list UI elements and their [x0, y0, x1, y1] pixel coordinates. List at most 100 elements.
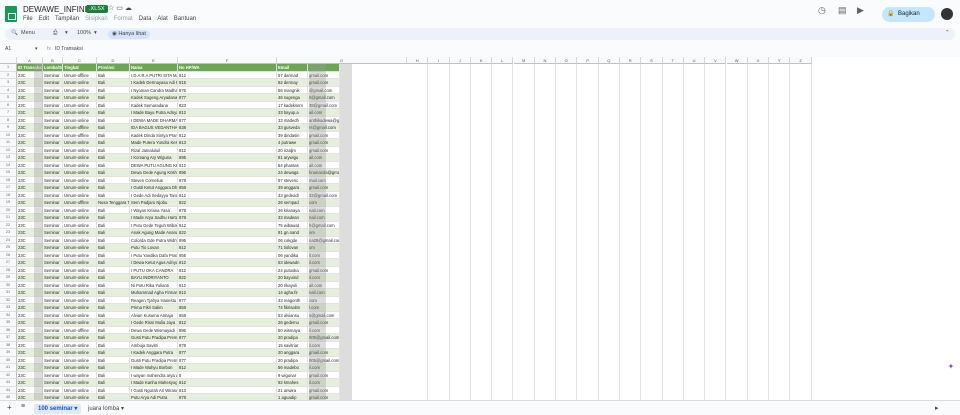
column-header-n[interactable]: N	[534, 57, 557, 64]
cell[interactable]: 33 bayup.a	[277, 109, 308, 117]
cell[interactable]: 896	[178, 169, 277, 177]
cell[interactable]: Seminar	[43, 154, 63, 162]
cell[interactable]: IDA BAGUS VEDANTHA ADISAPUTRA	[130, 124, 178, 132]
meet-icon[interactable]: ▶	[857, 5, 864, 16]
cell[interactable]: 33 madedh	[277, 116, 308, 124]
cell[interactable]: 813	[178, 139, 277, 147]
cell[interactable]: 81 arywigu	[277, 154, 308, 162]
cell[interactable]: Seminar	[43, 124, 63, 132]
row-header[interactable]: 1	[0, 64, 17, 72]
cell[interactable]: Seminar	[43, 71, 63, 79]
star-icon[interactable]: ☆	[108, 5, 114, 12]
row-header[interactable]: 44	[0, 386, 17, 394]
cell[interactable]: 33 reagenth	[277, 296, 308, 304]
cell[interactable]: Bali	[97, 259, 130, 267]
cell[interactable]: Bali	[97, 304, 130, 312]
cell[interactable]: Umum-online	[63, 191, 97, 199]
cell[interactable]: Umum-offline	[63, 199, 97, 207]
cloud-icon[interactable]: ☁	[125, 5, 132, 12]
add-sheet-icon[interactable]: +	[7, 403, 12, 412]
cell[interactable]: Colorda Gde Putra Widnyana Surya	[130, 236, 178, 244]
row-header[interactable]: 19	[0, 199, 17, 207]
name-box[interactable]: A1	[5, 46, 11, 52]
column-header-p[interactable]: P	[577, 57, 599, 64]
cell[interactable]: Bali	[97, 281, 130, 289]
cell[interactable]: 895	[178, 236, 277, 244]
cell[interactable]: Umum-online	[63, 79, 97, 87]
cell[interactable]: Umum-online	[63, 289, 97, 297]
cell[interactable]: Bali	[97, 124, 130, 132]
cell[interactable]: Bali	[97, 94, 130, 102]
cell[interactable]: 877	[178, 349, 277, 357]
cell[interactable]: 877	[178, 296, 277, 304]
row-header[interactable]: 15	[0, 169, 17, 177]
cell[interactable]: Ambuja Savitri	[130, 341, 178, 349]
cell[interactable]: 24 putuoka	[277, 266, 308, 274]
cell[interactable]: Dewa Gede Agung Krishnananda Sudewa	[130, 169, 178, 177]
cell[interactable]: Seminar	[43, 101, 63, 109]
cell[interactable]: I wayan mahendra arya wiguna	[130, 371, 178, 379]
cell[interactable]: I Made Bayu Putra Adnyana	[130, 109, 178, 117]
tab-100-seminar[interactable]: 100 seminar ▾	[34, 404, 82, 414]
cell[interactable]: Bali	[97, 356, 130, 364]
cell[interactable]: Bali	[97, 176, 130, 184]
cell[interactable]: Seminar	[43, 221, 63, 229]
cell[interactable]: Dewa Gede Wismayadi	[130, 326, 178, 334]
cell[interactable]: Seminar	[43, 311, 63, 319]
cell[interactable]: 895	[178, 154, 277, 162]
select-all-corner[interactable]	[0, 57, 17, 64]
cell[interactable]: Seminar	[43, 319, 63, 327]
cell[interactable]: Umum-offline	[63, 131, 97, 139]
empty-column[interactable]	[705, 64, 727, 400]
cell[interactable]: Kadek Semaradana	[130, 101, 178, 109]
cell[interactable]: Bali	[97, 334, 130, 342]
cell[interactable]: Bali	[97, 86, 130, 94]
cell[interactable]: 9 wigunar	[277, 371, 308, 379]
cell[interactable]: Bali	[97, 251, 130, 259]
cell[interactable]: Seminar	[43, 244, 63, 252]
cell[interactable]: 878	[178, 176, 277, 184]
cell[interactable]: 75 wibawat	[277, 221, 308, 229]
cell[interactable]: 57 stevenc	[277, 176, 308, 184]
cell[interactable]: Sem Padjaru Njobu	[130, 199, 178, 207]
sidebar-toggle-icon[interactable]: ▸	[935, 404, 939, 412]
cell[interactable]: BAYU INDRIYANTO	[130, 274, 178, 282]
cell[interactable]: Bali	[97, 146, 130, 154]
cell[interactable]: 17 kadeksem	[277, 101, 308, 109]
cell[interactable]: 812	[178, 281, 277, 289]
empty-column[interactable]	[684, 64, 706, 400]
cell[interactable]: 858	[178, 311, 277, 319]
cell[interactable]: 57 darmad	[277, 71, 308, 79]
cell[interactable]: 33 gusveda	[277, 124, 308, 132]
row-header[interactable]: 7	[0, 109, 17, 117]
cell[interactable]: Lomba/Seminar	[43, 64, 63, 72]
cell[interactable]: I Gede Adi Sedayya Tana	[130, 191, 178, 199]
formula-input[interactable]: ID Transaksi	[55, 46, 83, 52]
cell[interactable]: Umum-online	[63, 259, 97, 267]
cell[interactable]: I Gusti Ketut Anggara Dharma Putra	[130, 184, 178, 192]
search-icon[interactable]: 🔍	[11, 30, 18, 36]
column-header-w[interactable]: W	[726, 57, 748, 64]
cell[interactable]: Seminar	[43, 206, 63, 214]
menu-item-alat[interactable]: Alat	[157, 16, 167, 22]
column-header-j[interactable]: J	[449, 57, 471, 64]
cell[interactable]: 812	[178, 131, 277, 139]
cell[interactable]: Seminar	[43, 214, 63, 222]
cell[interactable]: Umum-online	[63, 356, 97, 364]
cell[interactable]: Seminar	[43, 341, 63, 349]
cell[interactable]: Muhammad Agha Firmansyah	[130, 289, 178, 297]
column-header-m[interactable]: M	[513, 57, 535, 64]
cell[interactable]: 20 rikayuli	[277, 281, 308, 289]
empty-column[interactable]	[727, 64, 748, 400]
column-header-d[interactable]: D	[97, 57, 130, 64]
cell[interactable]: Bali	[97, 109, 130, 117]
row-header[interactable]: 22	[0, 221, 17, 229]
cell[interactable]: Umum-online	[63, 229, 97, 237]
cell[interactable]: 46 sugenga	[277, 94, 308, 102]
comment-icon[interactable]: ▤	[838, 5, 847, 16]
cell[interactable]: Umum-online	[63, 304, 97, 312]
cell[interactable]: Umum-online	[63, 94, 97, 102]
cell[interactable]: Umum-offline	[63, 71, 97, 79]
row-header[interactable]: 12	[0, 146, 17, 154]
cell[interactable]: 06 yandika	[277, 251, 308, 259]
